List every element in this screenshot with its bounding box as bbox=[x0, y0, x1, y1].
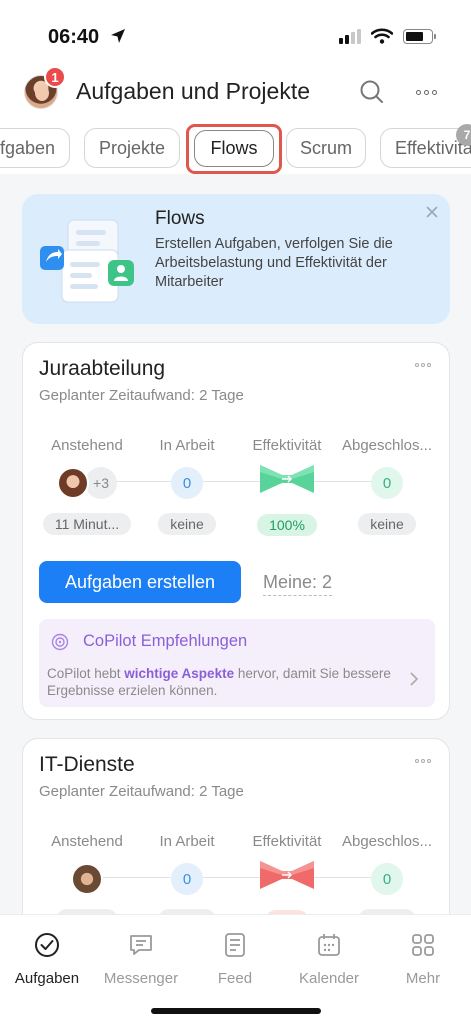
stage-label: Effektivität bbox=[252, 437, 322, 454]
more-options-icon[interactable] bbox=[410, 78, 442, 106]
status-bar: 06:40 bbox=[0, 0, 471, 70]
app-header: 1 Aufgaben und Projekte bbox=[0, 66, 471, 120]
nav-mehr[interactable]: Mehr bbox=[376, 931, 470, 987]
tab-label: Scrum bbox=[299, 137, 352, 158]
copilot-icon bbox=[51, 633, 69, 651]
nav-feed[interactable]: Feed bbox=[188, 931, 282, 987]
nav-kalender[interactable]: Kalender bbox=[282, 931, 376, 987]
nav-aufgaben[interactable]: Aufgaben bbox=[0, 931, 94, 987]
stage-time: keine bbox=[358, 513, 416, 535]
flow-title: IT-Dienste bbox=[39, 753, 135, 776]
battery-icon bbox=[403, 28, 436, 44]
flow-planned-time: Geplanter Zeitaufwand: 2 Tage bbox=[39, 783, 244, 800]
stage-label: Anstehend bbox=[51, 833, 123, 850]
stage-label: Abgeschlos... bbox=[341, 437, 433, 454]
stage-count: 0 bbox=[371, 467, 403, 499]
stage-count: 0 bbox=[171, 467, 203, 499]
stage-count: 0 bbox=[371, 863, 403, 895]
stage-time: keine bbox=[158, 513, 216, 535]
flow-planned-time: Geplanter Zeitaufwand: 2 Tage bbox=[39, 387, 244, 404]
copilot-title: CoPilot Empfehlungen bbox=[83, 632, 248, 650]
nav-messenger[interactable]: Messenger bbox=[94, 931, 188, 987]
stage-label: Effektivität bbox=[252, 833, 322, 850]
nav-label: Kalender bbox=[298, 970, 360, 987]
stage-efficiency[interactable]: Effektivität 100% bbox=[237, 437, 337, 536]
signal-icon bbox=[339, 28, 361, 44]
chevron-right-icon bbox=[410, 672, 419, 686]
copilot-text: CoPilot hebt wichtige Aspekte hervor, da… bbox=[47, 666, 391, 698]
chat-icon bbox=[130, 935, 152, 955]
stage-pending[interactable]: Anstehend +3 11 Minut... bbox=[37, 437, 137, 535]
notification-badge: 1 bbox=[44, 66, 66, 88]
hourglass-bad-icon bbox=[260, 861, 314, 889]
tab-label: Flows bbox=[210, 138, 258, 158]
banner-text: Erstellen Aufgaben, verfolgen Sie die Ar… bbox=[155, 236, 393, 290]
stage-label: In Arbeit bbox=[159, 437, 215, 454]
banner-title: Flows bbox=[155, 208, 205, 229]
more-users-count: +3 bbox=[85, 467, 117, 499]
tab-label: Projekte bbox=[98, 137, 166, 158]
nav-label: Aufgaben bbox=[14, 970, 80, 987]
location-arrow-icon bbox=[111, 29, 125, 43]
stage-count: 0 bbox=[171, 863, 203, 895]
avatar bbox=[57, 467, 89, 499]
tab-count-badge: 7 bbox=[456, 124, 471, 146]
wifi-icon bbox=[371, 28, 393, 44]
stage-in-progress[interactable]: In Arbeit 0 keine bbox=[137, 437, 237, 535]
hourglass-good-icon bbox=[260, 465, 314, 493]
flows-info-banner: Flows Erstellen Aufgaben, verfolgen Sie … bbox=[22, 194, 450, 324]
tab-flows[interactable]: Flows bbox=[194, 130, 274, 167]
tab-scrum[interactable]: Scrum bbox=[286, 128, 366, 168]
nav-label: Mehr bbox=[405, 970, 441, 987]
home-indicator bbox=[151, 1008, 321, 1014]
stage-time: 11 Minut... bbox=[42, 513, 132, 535]
check-circle-icon bbox=[35, 933, 59, 957]
calendar-icon bbox=[318, 934, 340, 956]
tab-aufgaben[interactable]: Aufgaben bbox=[0, 128, 70, 168]
flow-stages: Anstehend +3 11 Minut... In Arbeit 0 kei… bbox=[23, 437, 449, 537]
stage-label: Anstehend bbox=[51, 437, 123, 454]
flows-illustration-icon bbox=[40, 219, 134, 303]
status-icons bbox=[339, 28, 436, 44]
copilot-recommendations[interactable]: CoPilot Empfehlungen CoPilot hebt wichti… bbox=[39, 619, 435, 707]
flow-card[interactable]: Juraabteilung Geplanter Zeitaufwand: 2 T… bbox=[22, 342, 450, 720]
close-icon[interactable] bbox=[424, 204, 440, 220]
my-tasks-link[interactable]: Meine: 2 bbox=[263, 572, 333, 596]
nav-label: Feed bbox=[217, 970, 253, 987]
avatar bbox=[71, 863, 103, 895]
page-title: Aufgaben und Projekte bbox=[76, 78, 311, 104]
tab-label: Aufgaben bbox=[0, 137, 55, 158]
create-tasks-button[interactable]: Aufgaben erstellen bbox=[39, 561, 241, 603]
search-icon[interactable] bbox=[358, 78, 386, 106]
stage-label: Abgeschlos... bbox=[341, 833, 433, 850]
flow-title: Juraabteilung bbox=[39, 357, 166, 380]
stage-label: In Arbeit bbox=[159, 833, 215, 850]
tab-projekte[interactable]: Projekte bbox=[84, 128, 180, 168]
card-more-icon[interactable] bbox=[415, 759, 431, 763]
stage-completed[interactable]: Abgeschlos... 0 keine bbox=[337, 437, 437, 535]
feed-icon bbox=[225, 933, 245, 957]
nav-label: Messenger bbox=[103, 970, 179, 987]
card-more-icon[interactable] bbox=[415, 363, 431, 367]
section-tabs: Aufgaben Projekte Flows Scrum Effektivit… bbox=[0, 124, 471, 174]
status-time: 06:40 bbox=[48, 26, 100, 48]
efficiency-value: 100% bbox=[257, 514, 317, 536]
grid-icon bbox=[412, 934, 434, 956]
